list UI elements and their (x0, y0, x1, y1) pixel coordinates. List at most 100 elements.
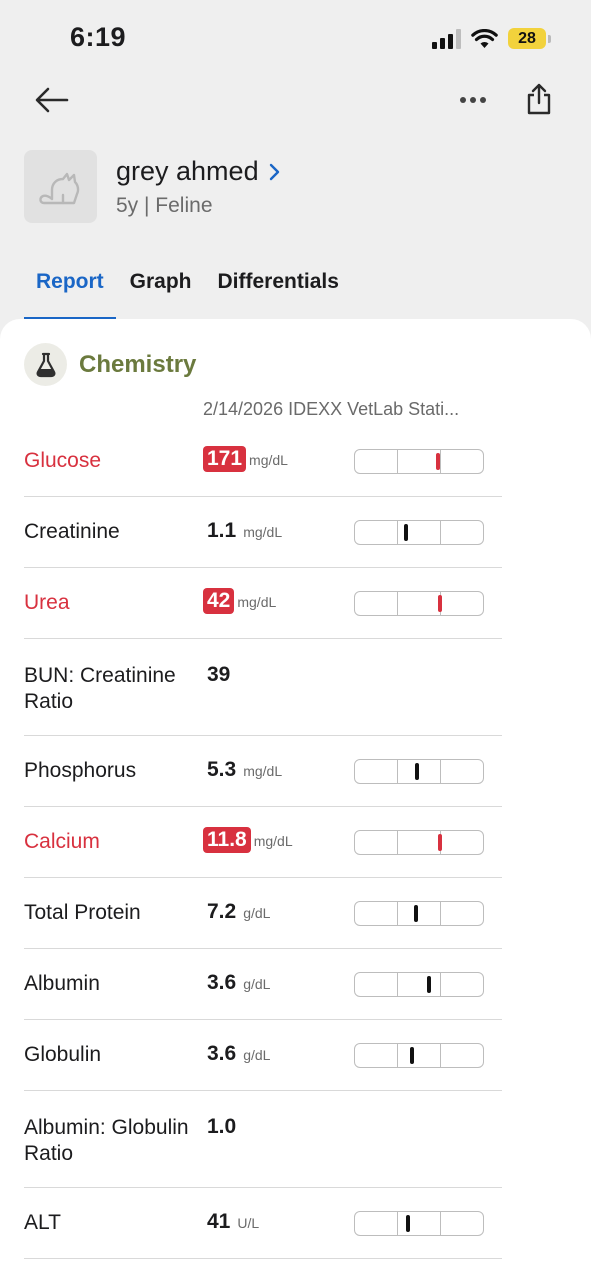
reference-range-bar (354, 449, 484, 474)
result-row[interactable]: BUN: Creatinine Ratio 39 (0, 639, 591, 736)
result-value-group: 42 mg/dL (203, 588, 276, 614)
results-list: Glucose 171 mg/dL Creatinine 1.1 mg/dL Urea 42 m… (0, 426, 591, 1259)
range-segment-divider (397, 521, 399, 544)
result-row[interactable]: Albumin 3.6 g/dL (0, 949, 591, 1020)
range-marker (403, 524, 408, 541)
range-segment-divider (439, 760, 441, 783)
result-value: 3.6 (207, 971, 237, 994)
result-unit: mg/dL (253, 833, 293, 849)
range-marker (435, 453, 440, 470)
report-card: Chemistry 2/14/2026 IDEXX VetLab Stati..… (0, 319, 591, 1280)
status-icons: 28 (432, 28, 551, 49)
range-segment-divider (439, 1044, 441, 1067)
result-value-group: 171 mg/dL (203, 446, 288, 472)
arrow-left-icon (35, 87, 69, 113)
share-icon (527, 83, 551, 115)
range-marker (438, 834, 443, 851)
reference-range-bar (354, 759, 484, 784)
result-value-group: 7.2 g/dL (207, 900, 270, 924)
result-row[interactable]: ALT 41 U/L (0, 1188, 591, 1259)
patient-name: grey ahmed (116, 156, 280, 187)
chevron-right-icon (269, 163, 280, 181)
range-marker (426, 976, 431, 993)
more-options-button[interactable] (452, 82, 494, 118)
reference-range-bar (354, 520, 484, 545)
range-segment-divider (439, 973, 441, 996)
result-row[interactable]: Calcium 11.8 mg/dL (0, 807, 591, 878)
range-segment-divider (397, 450, 399, 473)
share-button[interactable] (518, 78, 560, 120)
result-unit: mg/dL (243, 763, 283, 779)
result-unit: g/dL (243, 1047, 271, 1063)
result-value-group: 3.6 g/dL (207, 971, 270, 995)
reference-range-bar (354, 1043, 484, 1068)
tab-differentials[interactable]: Differentials (206, 262, 351, 320)
result-row[interactable]: Globulin 3.6 g/dL (0, 1020, 591, 1091)
cat-icon (38, 172, 79, 204)
result-unit: mg/dL (243, 524, 283, 540)
result-row[interactable]: Creatinine 1.1 mg/dL (0, 497, 591, 568)
range-segment-divider (397, 592, 399, 615)
wifi-icon (471, 28, 498, 48)
battery-icon: 28 (508, 28, 551, 49)
result-row[interactable]: Phosphorus 5.3 mg/dL (0, 736, 591, 807)
result-row[interactable]: Urea 42 mg/dL (0, 568, 591, 639)
result-value: 5.3 (207, 758, 237, 781)
result-name: BUN: Creatinine Ratio (24, 664, 176, 713)
status-bar: 6:19 28 (0, 0, 591, 70)
range-segment-divider (397, 902, 399, 925)
patient-header[interactable]: grey ahmed 5y | Feline (24, 150, 564, 225)
result-name: Creatinine (24, 520, 120, 543)
result-name: Albumin: Globulin Ratio (24, 1116, 189, 1165)
avatar (24, 150, 97, 223)
status-time: 6:19 (70, 22, 127, 52)
patient-meta: 5y | Feline (116, 194, 213, 217)
range-segment-divider (397, 760, 399, 783)
result-row[interactable]: Total Protein 7.2 g/dL (0, 878, 591, 949)
result-unit: mg/dL (237, 594, 277, 610)
section-title: Chemistry (79, 350, 197, 378)
result-name: Total Protein (24, 901, 141, 924)
result-unit: U/L (237, 1215, 260, 1231)
result-value-flagged: 171 (203, 446, 247, 472)
result-value-group: 5.3 mg/dL (207, 758, 282, 782)
reference-range-bar (354, 1211, 484, 1236)
result-unit: g/dL (243, 905, 271, 921)
result-value-flagged: 11.8 (203, 827, 251, 853)
range-segment-divider (439, 1212, 441, 1235)
range-segment-divider (439, 521, 441, 544)
result-value: 3.6 (207, 1042, 237, 1065)
nav-bar (0, 76, 591, 124)
range-marker (415, 763, 420, 780)
tab-report[interactable]: Report (24, 262, 116, 320)
result-row[interactable]: Glucose 171 mg/dL (0, 426, 591, 497)
range-marker (413, 905, 418, 922)
range-marker (438, 595, 443, 612)
reference-range-bar (354, 972, 484, 997)
back-button[interactable] (30, 82, 74, 118)
result-value-group: 41 U/L (207, 1210, 259, 1234)
result-value-group: 11.8 mg/dL (203, 827, 293, 853)
result-value-group: 1.1 mg/dL (207, 519, 282, 543)
range-marker (406, 1215, 411, 1232)
range-segment-divider (397, 831, 399, 854)
reference-range-bar (354, 901, 484, 926)
reference-range-bar (354, 591, 484, 616)
range-segment-divider (439, 450, 441, 473)
more-horizontal-icon (460, 97, 486, 103)
patient-name-text: grey ahmed (116, 156, 259, 186)
result-unit: g/dL (243, 976, 271, 992)
result-name: Glucose (24, 449, 102, 472)
range-segment-divider (397, 1044, 399, 1067)
result-name: ALT (24, 1211, 61, 1234)
result-name: Globulin (24, 1043, 102, 1066)
result-unit: mg/dL (249, 452, 288, 468)
result-value: 39 (207, 663, 231, 686)
section-header: Chemistry (24, 343, 196, 386)
tab-graph[interactable]: Graph (118, 262, 204, 320)
run-header[interactable]: 2/14/2026 IDEXX VetLab Stati... (203, 399, 459, 420)
reference-range-bar (354, 830, 484, 855)
result-name: Phosphorus (24, 759, 137, 782)
result-row[interactable]: Albumin: Globulin Ratio 1.0 (0, 1091, 591, 1188)
result-name: Urea (24, 591, 70, 614)
